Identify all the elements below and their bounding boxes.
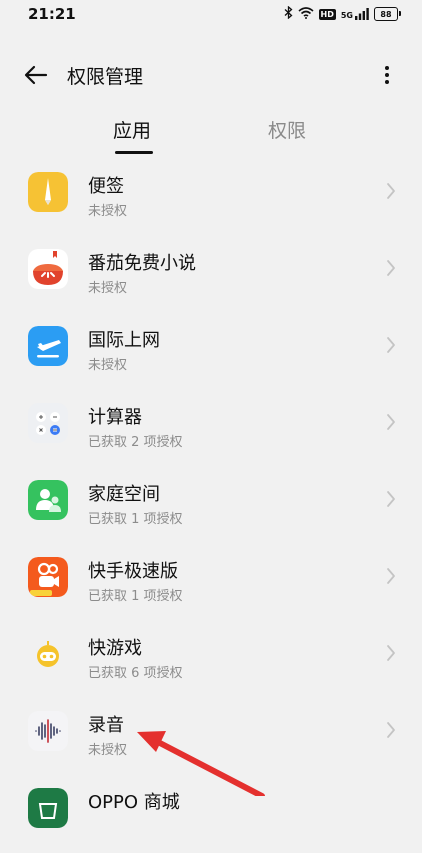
list-item[interactable]: 便签 未授权 bbox=[0, 160, 422, 237]
family-space-icon bbox=[28, 480, 68, 520]
app-name: 快游戏 bbox=[88, 638, 142, 659]
list-item[interactable]: 快手极速版 已获取 1 项授权 bbox=[0, 545, 422, 622]
status-bar: 21:21 HD 5G 88 bbox=[0, 0, 422, 30]
chevron-right-icon bbox=[386, 567, 396, 585]
list-item[interactable]: 国际上网 未授权 bbox=[0, 314, 422, 391]
list-item[interactable]: 番茄免费小说 未授权 bbox=[0, 237, 422, 314]
app-status: 已获取 2 项授权 bbox=[88, 435, 183, 450]
chevron-right-icon bbox=[386, 644, 396, 662]
wifi-icon bbox=[297, 6, 314, 22]
list-item[interactable]: 快游戏 已获取 6 项授权 bbox=[0, 622, 422, 699]
app-name: 家庭空间 bbox=[88, 484, 160, 505]
chevron-right-icon bbox=[386, 413, 396, 431]
app-name: 便签 bbox=[88, 176, 124, 197]
header: 权限管理 bbox=[0, 50, 422, 100]
app-name: 录音 bbox=[88, 715, 124, 736]
app-status: 未授权 bbox=[88, 281, 128, 296]
app-status: 未授权 bbox=[88, 358, 128, 373]
app-status: 已获取 1 项授权 bbox=[88, 589, 183, 604]
notes-icon bbox=[28, 172, 68, 212]
recorder-icon bbox=[28, 711, 68, 751]
tab-bar: 应用 权限 bbox=[0, 108, 422, 156]
app-name: 快手极速版 bbox=[88, 561, 178, 582]
app-name: 国际上网 bbox=[88, 330, 160, 351]
chevron-right-icon bbox=[386, 182, 396, 200]
app-name: OPPO 商城 bbox=[88, 792, 180, 813]
oppo-store-icon bbox=[28, 788, 68, 828]
hd-icon: HD bbox=[318, 8, 336, 20]
calculator-icon bbox=[28, 403, 68, 443]
status-icons: HD 5G 88 bbox=[284, 5, 401, 22]
signal-icon: 5G bbox=[341, 8, 369, 20]
app-status: 未授权 bbox=[88, 743, 128, 758]
list-item[interactable]: 录音 未授权 bbox=[0, 699, 422, 776]
quick-game-icon bbox=[28, 634, 68, 674]
status-time: 21:21 bbox=[28, 5, 76, 23]
app-status: 已获取 1 项授权 bbox=[88, 512, 183, 527]
list-item[interactable]: 计算器 已获取 2 项授权 bbox=[0, 391, 422, 468]
more-vertical-icon[interactable] bbox=[380, 62, 394, 88]
chevron-right-icon bbox=[386, 721, 396, 739]
tab-indicator bbox=[115, 151, 153, 154]
app-status: 已获取 6 项授权 bbox=[88, 666, 183, 681]
battery-icon: 88 bbox=[374, 7, 401, 21]
bluetooth-icon bbox=[284, 5, 293, 22]
app-name: 番茄免费小说 bbox=[88, 253, 196, 274]
tab-apps[interactable]: 应用 bbox=[113, 116, 151, 143]
tab-permissions[interactable]: 权限 bbox=[268, 116, 306, 143]
kuaishou-icon bbox=[28, 557, 68, 597]
app-list: 便签 未授权 番茄免费小说 未授权 国际上网 未授权 计算器 已获取 2 项授权 bbox=[0, 160, 422, 853]
chevron-right-icon bbox=[386, 490, 396, 508]
app-name: 计算器 bbox=[88, 407, 142, 428]
list-item[interactable]: OPPO 商城 bbox=[0, 776, 422, 853]
tomato-novel-icon bbox=[28, 249, 68, 289]
chevron-right-icon bbox=[386, 259, 396, 277]
chevron-right-icon bbox=[386, 336, 396, 354]
back-arrow-icon[interactable] bbox=[22, 62, 50, 88]
network-label: 5G bbox=[340, 11, 353, 20]
list-item[interactable]: 家庭空间 已获取 1 项授权 bbox=[0, 468, 422, 545]
app-status: 未授权 bbox=[88, 204, 128, 219]
page-title: 权限管理 bbox=[67, 66, 144, 88]
airplane-icon bbox=[28, 326, 68, 366]
